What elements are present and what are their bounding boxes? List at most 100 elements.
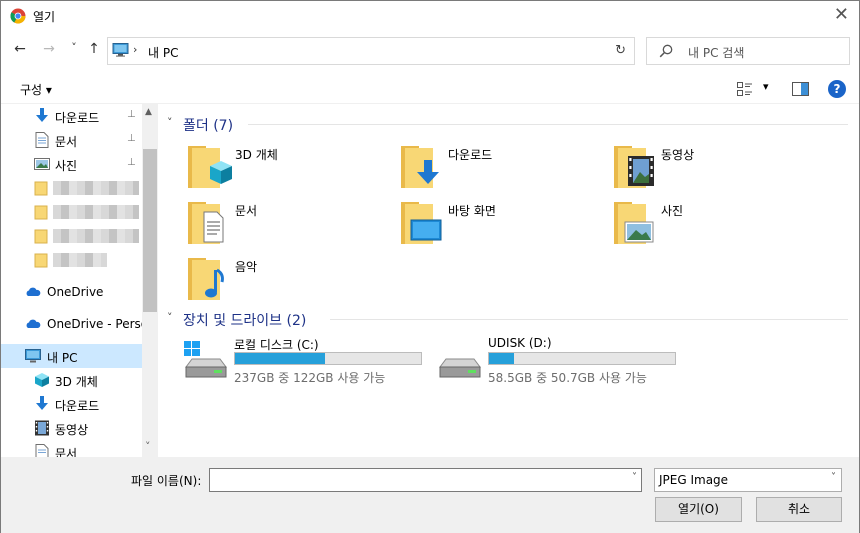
nav-item-obscured-folder[interactable] <box>1 176 142 200</box>
back-button[interactable]: ← <box>11 41 29 57</box>
nav-item-label: 사진 <box>55 159 78 173</box>
help-icon[interactable]: ? <box>828 80 846 98</box>
drive-space-info: 237GB 중 122GB 사용 가능 <box>234 371 386 385</box>
obscured-label <box>53 229 139 243</box>
nav-item-downloads[interactable]: 다운로드 <box>1 392 142 416</box>
folder-name: 3D 개체 <box>235 148 278 162</box>
folder-name: 바탕 화면 <box>448 204 496 218</box>
onedrive-cloud-icon <box>26 287 41 296</box>
collapse-chevron-icon[interactable]: ˅ <box>167 116 173 129</box>
folder-icon <box>34 229 48 244</box>
collapse-chevron-icon[interactable]: ˅ <box>167 311 173 324</box>
folder-name: 다운로드 <box>448 148 493 162</box>
nav-item-pictures-quick[interactable]: 사진 ⊥ <box>1 152 142 176</box>
cancel-button[interactable]: 취소 <box>756 497 842 522</box>
organize-menu-button[interactable]: 구성 ▾ <box>20 81 52 98</box>
filename-label: 파일 이름(N): <box>131 474 202 488</box>
scrollbar-thumb[interactable] <box>143 149 157 312</box>
command-toolbar: 구성 ▾ ▾ ? <box>1 74 859 104</box>
scroll-up-arrow-icon[interactable]: ▲ <box>145 107 152 117</box>
pin-icon: ⊥ <box>127 157 136 168</box>
nav-item-downloads-quick[interactable]: 다운로드 ⊥ <box>1 104 142 128</box>
breadcrumb-this-pc[interactable]: 내 PC <box>148 44 178 61</box>
filetype-dropdown-icon[interactable]: ˅ <box>831 472 836 483</box>
obscured-label <box>53 205 139 219</box>
pin-icon: ⊥ <box>127 133 136 144</box>
download-icon <box>36 396 48 410</box>
pictures-icon <box>34 158 50 170</box>
search-icon <box>659 44 673 58</box>
this-pc-icon <box>25 349 41 363</box>
up-button[interactable]: ↑ <box>85 41 103 57</box>
folder-icon <box>34 205 48 220</box>
folder-downloads[interactable]: 다운로드 <box>401 144 611 194</box>
nav-item-documents[interactable]: 문서 <box>1 440 142 457</box>
folder-name: 문서 <box>235 204 258 218</box>
drive-c[interactable]: 로컬 디스크 (C:) 237GB 중 122GB 사용 가능 <box>182 336 427 385</box>
drive-usage-fill <box>489 353 514 364</box>
nav-item-obscured-folder[interactable] <box>1 200 142 224</box>
nav-item-onedrive[interactable]: OneDrive <box>1 280 142 304</box>
folder-3d-objects[interactable]: 3D 개체 <box>188 144 398 194</box>
document-folder-icon <box>188 202 224 244</box>
change-view-icon[interactable] <box>737 82 753 96</box>
filetype-select[interactable]: JPEG Image ˅ <box>654 468 842 492</box>
window-title: 열기 <box>33 10 56 24</box>
view-options-chevron-icon[interactable]: ▾ <box>763 80 769 93</box>
folder-videos[interactable]: 동영상 <box>614 144 824 194</box>
drives-group-header[interactable]: 장치 및 드라이브 (2) <box>183 310 306 330</box>
folder-name: 사진 <box>661 204 684 218</box>
nav-item-obscured-folder[interactable] <box>1 248 142 272</box>
drive-name: 로컬 디스크 (C:) <box>234 338 319 352</box>
drive-d[interactable]: UDISK (D:) 58.5GB 중 50.7GB 사용 가능 <box>436 336 681 385</box>
folder-documents[interactable]: 문서 <box>188 200 398 250</box>
scroll-down-arrow-icon[interactable]: ˅ <box>145 440 151 453</box>
search-box[interactable]: 내 PC 검색 <box>646 37 850 65</box>
nav-item-label: OneDrive <box>47 285 104 299</box>
3d-objects-folder-icon <box>188 146 232 188</box>
chrome-icon <box>10 8 26 24</box>
nav-item-documents-quick[interactable]: 문서 ⊥ <box>1 128 142 152</box>
preview-pane-icon[interactable] <box>792 82 809 96</box>
drive-name: UDISK (D:) <box>488 336 552 350</box>
recent-locations-button[interactable]: ˅ <box>65 41 83 54</box>
drive-usage-bar <box>234 352 422 365</box>
drive-icon <box>439 358 481 378</box>
open-button[interactable]: 열기(O) <box>655 497 742 522</box>
nav-item-videos[interactable]: 동영상 <box>1 416 142 440</box>
nav-item-this-pc[interactable]: 내 PC <box>1 344 142 368</box>
navigation-scrollbar[interactable]: ▲ ˅ <box>142 104 158 457</box>
folder-desktop[interactable]: 바탕 화면 <box>401 200 611 250</box>
nav-item-label: 3D 개체 <box>55 375 98 389</box>
breadcrumb-separator[interactable]: › <box>133 43 137 56</box>
address-bar[interactable]: › 내 PC ↻ <box>107 37 635 65</box>
dialog-footer: 파일 이름(N): ˅ JPEG Image ˅ 열기(O) 취소 <box>1 457 859 533</box>
navigation-pane: 다운로드 ⊥ 문서 ⊥ 사진 ⊥ OneDrive OneDrive - Per… <box>1 104 158 457</box>
obscured-label <box>53 181 139 195</box>
folders-group-header[interactable]: 폴더 (7) <box>183 115 233 135</box>
filename-input[interactable]: ˅ <box>209 468 642 492</box>
windows-drive-icon <box>184 341 227 378</box>
nav-item-3d-objects[interactable]: 3D 개체 <box>1 368 142 392</box>
pin-icon: ⊥ <box>127 109 136 120</box>
content-pane: ˅ 폴더 (7) 3D 개체 다운로드 동영상 문서 바탕 화면 사진 음악 ˅… <box>158 104 859 457</box>
nav-item-onedrive-personal[interactable]: OneDrive - Personal <box>1 312 142 336</box>
nav-item-label: 문서 <box>55 447 78 457</box>
forward-button[interactable]: → <box>40 41 58 57</box>
nav-item-obscured-folder[interactable] <box>1 224 142 248</box>
document-icon <box>35 444 49 457</box>
nav-item-label: 다운로드 <box>55 111 100 125</box>
drive-space-info: 58.5GB 중 50.7GB 사용 가능 <box>488 371 647 385</box>
group-divider <box>248 124 848 125</box>
desktop-folder-icon <box>401 202 442 244</box>
search-placeholder: 내 PC 검색 <box>688 46 745 60</box>
open-file-dialog: 열기 ✕ ← → ˅ ↑ › 내 PC ↻ 내 PC 검색 구성 ▾ ▾ ? 다… <box>0 0 860 533</box>
videos-icon <box>35 420 49 436</box>
this-pc-icon <box>112 43 129 57</box>
nav-item-label: 다운로드 <box>55 399 100 413</box>
folder-pictures[interactable]: 사진 <box>614 200 824 250</box>
folder-music[interactable]: 음악 <box>188 256 398 306</box>
refresh-icon[interactable]: ↻ <box>615 43 626 58</box>
close-icon[interactable]: ✕ <box>834 4 849 25</box>
filename-dropdown-icon[interactable]: ˅ <box>632 472 637 483</box>
